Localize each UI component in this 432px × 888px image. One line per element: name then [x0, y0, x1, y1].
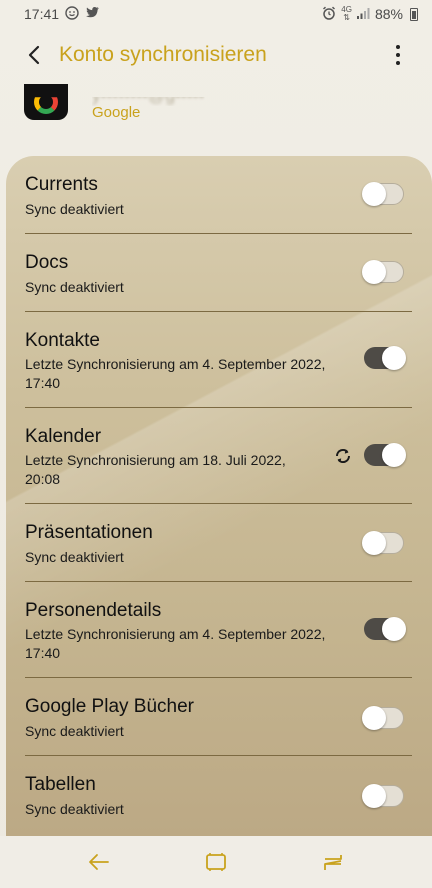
sync-item-docs[interactable]: Docs Sync deaktiviert — [6, 234, 432, 312]
google-logo-icon — [24, 84, 68, 120]
sync-icon[interactable] — [332, 445, 354, 467]
more-dot — [396, 45, 400, 49]
sync-item-title: Präsentationen — [25, 522, 153, 543]
toggle-knob — [382, 443, 406, 467]
sync-toggle-kontakte[interactable] — [364, 346, 406, 370]
sync-toggle-google-play-buecher[interactable] — [362, 705, 404, 730]
more-dot — [396, 61, 400, 65]
sync-item-status: Letzte Synchronisierung am 4. September … — [25, 626, 326, 661]
battery-level: 88% — [374, 6, 403, 22]
toggle-knob — [382, 346, 406, 370]
messenger-icon — [65, 5, 79, 23]
sync-item-personendetails[interactable]: Personendetails Letzte Synchronisierung … — [6, 582, 432, 678]
sync-item-title: Personendetails — [25, 600, 162, 621]
nav-recents-button[interactable] — [311, 840, 355, 884]
nav-back-icon — [88, 854, 109, 870]
status-left: 17:41 — [24, 5, 100, 23]
back-arrow-icon — [28, 45, 40, 65]
sync-toggle-currents[interactable] — [362, 181, 404, 206]
toggle-knob — [382, 617, 406, 641]
nav-recents-icon — [324, 855, 343, 870]
account-header: y••••••••@g••••• Google — [24, 84, 404, 144]
sync-toggle-tabellen[interactable] — [362, 783, 404, 808]
sync-item-status: Sync deaktiviert — [25, 723, 124, 739]
sync-list-card: Currents Sync deaktiviert Docs Sync deak… — [6, 156, 432, 836]
sync-item-title: Docs — [25, 252, 69, 273]
nav-home-button[interactable] — [194, 840, 238, 884]
sync-item-title: Kalender — [25, 426, 102, 447]
toggle-knob — [362, 530, 386, 555]
nav-back-button[interactable] — [77, 840, 121, 884]
toggle-knob — [362, 783, 386, 808]
network-badge: 4G ⇅ — [341, 5, 352, 22]
more-dot — [396, 53, 400, 57]
sync-item-status: Sync deaktiviert — [25, 201, 124, 217]
alarm-icon — [322, 6, 336, 23]
sync-item-status: Letzte Synchronisierung am 4. September … — [25, 356, 326, 391]
sync-item-status: Sync deaktiviert — [25, 549, 124, 565]
sync-item-currents[interactable]: Currents Sync deaktiviert — [6, 156, 432, 234]
sync-item-praesentationen[interactable]: Präsentationen Sync deaktiviert — [6, 504, 432, 582]
more-options-button[interactable] — [378, 33, 418, 77]
sync-item-status: Sync deaktiviert — [25, 279, 124, 295]
clock: 17:41 — [24, 6, 60, 22]
google-g-mark — [34, 97, 58, 114]
sync-toggle-docs[interactable] — [362, 259, 404, 284]
nav-home-icon — [206, 853, 226, 871]
status-bar: 17:41 4G ⇅ 88% — [0, 0, 432, 28]
twitter-icon — [85, 6, 100, 22]
sync-toggle-praesentationen[interactable] — [362, 530, 404, 555]
sync-item-tabellen[interactable]: Tabellen Sync deaktiviert — [6, 756, 432, 834]
signal-icon — [356, 7, 370, 22]
sync-item-status: Sync deaktiviert — [25, 801, 124, 817]
account-email: y••••••••@g••••• — [92, 86, 205, 105]
network-type: 4G — [341, 5, 352, 14]
sync-item-kontakte[interactable]: Kontakte Letzte Synchronisierung am 4. S… — [6, 312, 432, 408]
sync-toggle-personendetails[interactable] — [364, 617, 406, 641]
battery-icon — [410, 7, 418, 21]
page-title: Konto synchronisieren — [59, 43, 267, 66]
sync-item-title: Google Play Bücher — [25, 696, 194, 717]
toggle-knob — [362, 259, 386, 284]
toggle-knob — [362, 181, 386, 206]
sync-toggle-kalender[interactable] — [364, 443, 406, 467]
sync-item-kalender[interactable]: Kalender Letzte Synchronisierung am 18. … — [6, 408, 432, 504]
back-button[interactable] — [12, 33, 56, 77]
navigation-bar — [0, 836, 432, 888]
status-right: 4G ⇅ 88% — [322, 6, 418, 23]
app-bar: Konto synchronisieren — [0, 30, 432, 80]
sync-item-google-play-buecher[interactable]: Google Play Bücher Sync deaktiviert — [6, 678, 432, 756]
sync-item-title: Currents — [25, 174, 98, 195]
account-provider: Google — [92, 104, 141, 121]
sync-item-status: Letzte Synchronisierung am 18. Juli 2022… — [25, 452, 286, 487]
toggle-knob — [362, 705, 386, 730]
sync-item-title: Tabellen — [25, 774, 96, 795]
sync-item-title: Kontakte — [25, 330, 100, 351]
